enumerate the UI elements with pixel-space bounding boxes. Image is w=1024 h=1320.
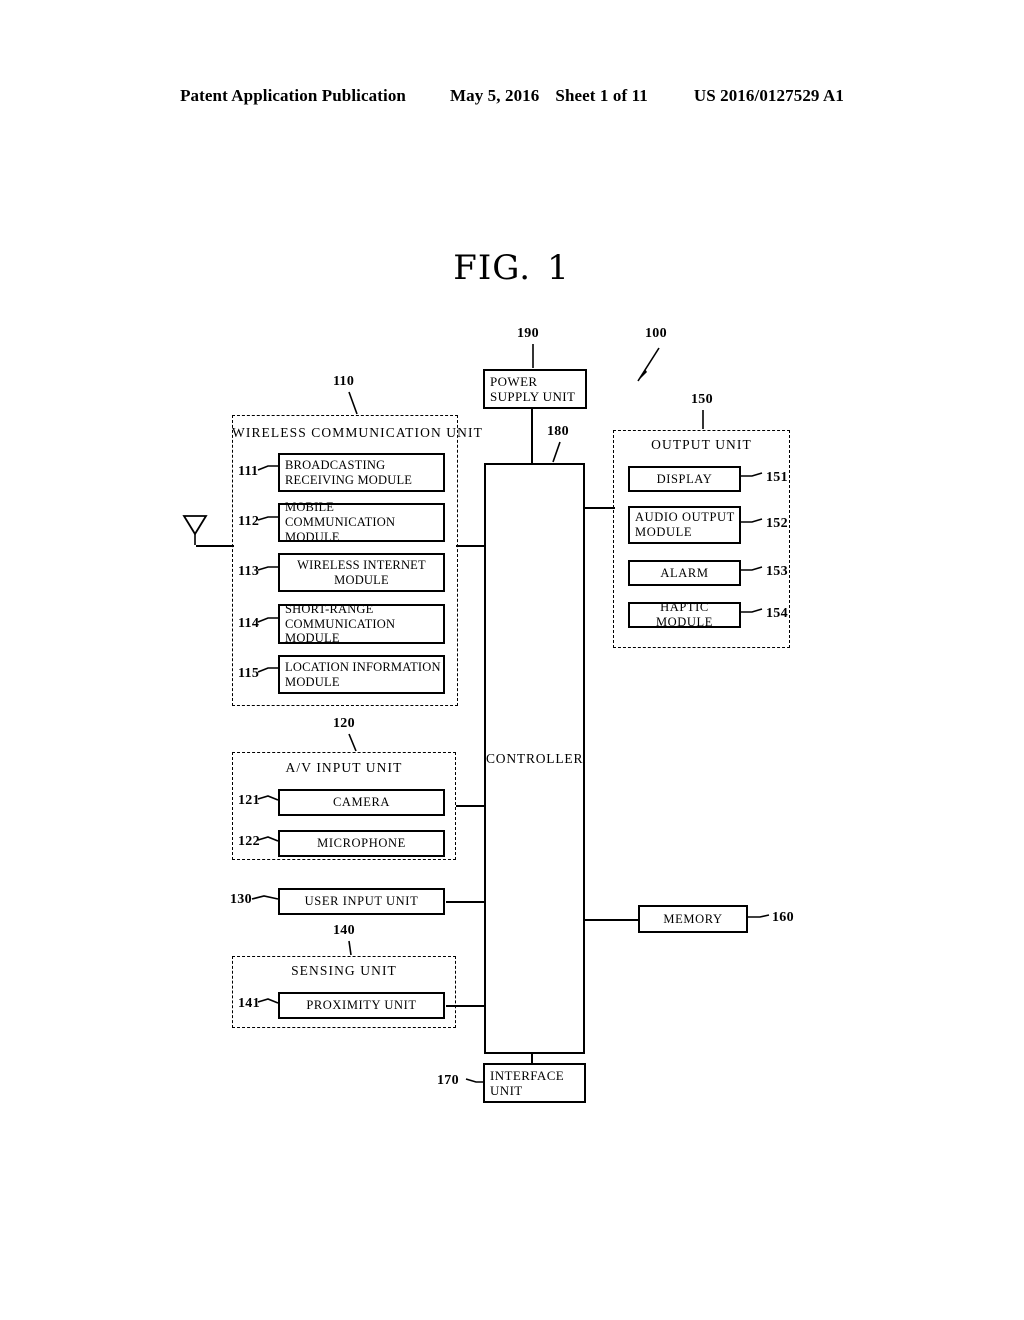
ref-140: 140	[333, 923, 355, 938]
connector-controller-output	[584, 507, 615, 509]
broadcasting-receiving-module-block[interactable]: BROADCASTING RECEIVING MODULE	[278, 453, 445, 492]
wireless-internet-module-block[interactable]: WIRELESS INTERNET MODULE	[278, 553, 445, 592]
microphone-label: MICROPHONE	[317, 836, 406, 851]
alarm-block[interactable]: ALARM	[628, 560, 741, 586]
leader-110	[348, 391, 358, 415]
location-information-module-block[interactable]: LOCATION INFORMATION MODULE	[278, 655, 445, 694]
display-block[interactable]: DISPLAY	[628, 466, 741, 492]
ref-130: 130	[230, 892, 252, 907]
leader-180	[552, 441, 561, 463]
memory-label: MEMORY	[663, 911, 723, 926]
ref-190: 190	[517, 326, 539, 341]
mobile-communication-module-label: MOBILE COMMUNICATION MODULE	[285, 500, 396, 544]
alarm-label: ALARM	[660, 565, 709, 580]
controller-block[interactable]: CONTROLLER	[484, 463, 585, 1054]
connector-userinput-controller	[446, 901, 486, 903]
connector-av-controller	[456, 805, 486, 807]
leader-120	[348, 733, 357, 752]
user-input-unit-block[interactable]: USER INPUT UNIT	[278, 888, 445, 915]
ref-120: 120	[333, 716, 355, 731]
interface-unit-block[interactable]: INTERFACE UNIT	[483, 1063, 586, 1103]
ref-100: 100	[645, 326, 667, 341]
sensing-unit-title: SENSING UNIT	[291, 963, 397, 978]
ref-112: 112	[238, 514, 260, 529]
ref-154: 154	[766, 606, 788, 621]
device-ref-arrow	[637, 347, 660, 382]
connector-sensing-controller	[446, 1005, 486, 1007]
leader-160	[748, 914, 770, 918]
short-range-communication-module-block[interactable]: SHORT-RANGE COMMUNICATION MODULE	[278, 601, 445, 646]
ref-141: 141	[238, 996, 260, 1011]
haptic-module-block[interactable]: HAPTIC MODULE	[628, 600, 741, 629]
leader-140	[348, 940, 352, 956]
ref-114: 114	[238, 616, 260, 631]
power-supply-unit-label: POWER SUPPLY UNIT	[490, 373, 576, 404]
ref-115: 115	[238, 666, 260, 681]
ref-122: 122	[238, 834, 260, 849]
user-input-unit-label: USER INPUT UNIT	[304, 894, 419, 909]
ref-121: 121	[238, 793, 260, 808]
location-information-module-label: LOCATION INFORMATION MODULE	[285, 659, 441, 689]
ref-153: 153	[766, 564, 788, 579]
broadcasting-receiving-module-label: BROADCASTING RECEIVING MODULE	[285, 457, 413, 487]
interface-unit-label: INTERFACE UNIT	[490, 1067, 565, 1098]
short-range-communication-module-label: SHORT-RANGE COMMUNICATION MODULE	[285, 601, 396, 646]
connector-wireless-controller	[456, 545, 486, 547]
ref-110: 110	[333, 374, 355, 389]
ref-160: 160	[772, 910, 794, 925]
block-diagram: POWER SUPPLY UNIT 190 100 CONTROLLER 180…	[0, 0, 1024, 1320]
wireless-internet-module-label: WIRELESS INTERNET MODULE	[297, 557, 426, 587]
power-supply-unit-block[interactable]: POWER SUPPLY UNIT	[483, 369, 587, 409]
audio-output-module-block[interactable]: AUDIO OUTPUT MODULE	[628, 506, 741, 544]
connector-controller-memory	[584, 919, 639, 921]
haptic-module-label: HAPTIC MODULE	[655, 600, 714, 629]
audio-output-module-label: AUDIO OUTPUT MODULE	[635, 510, 735, 539]
wireless-communication-unit-title: WIRELESS COMMUNICATION UNIT	[232, 425, 483, 440]
ref-150: 150	[691, 392, 713, 407]
proximity-unit-label: PROXIMITY UNIT	[306, 998, 417, 1013]
ref-180: 180	[547, 424, 569, 439]
ref-151: 151	[766, 470, 788, 485]
proximity-unit-block[interactable]: PROXIMITY UNIT	[278, 992, 445, 1019]
microphone-block[interactable]: MICROPHONE	[278, 830, 445, 857]
ref-152: 152	[766, 516, 788, 531]
display-label: DISPLAY	[656, 471, 713, 486]
antenna-icon	[182, 515, 208, 545]
ref-111: 111	[238, 464, 259, 479]
leader-130	[251, 895, 279, 900]
av-input-unit-title: A/V INPUT UNIT	[285, 760, 403, 775]
ref-113: 113	[238, 564, 260, 579]
camera-label: CAMERA	[332, 795, 391, 810]
mobile-communication-module-block[interactable]: MOBILE COMMUNICATION MODULE	[278, 500, 445, 544]
connector-antenna-wireless	[196, 545, 234, 547]
output-unit-title: OUTPUT UNIT	[651, 437, 752, 452]
controller-label: CONTROLLER	[486, 750, 584, 766]
connector-power-controller	[531, 408, 533, 464]
camera-block[interactable]: CAMERA	[278, 789, 445, 816]
leader-170	[465, 1078, 483, 1083]
ref-170: 170	[437, 1073, 459, 1088]
memory-block[interactable]: MEMORY	[638, 905, 748, 933]
